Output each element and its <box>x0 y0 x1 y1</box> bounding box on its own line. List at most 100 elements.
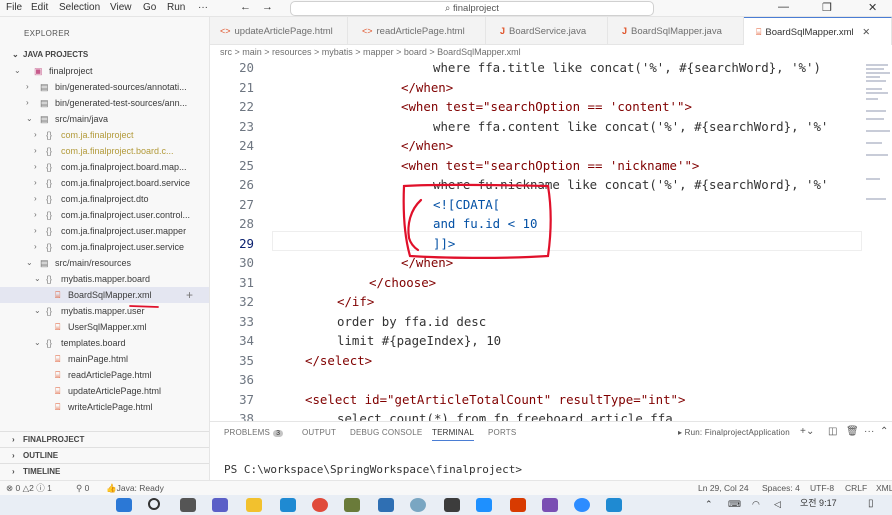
menu-run[interactable]: Run <box>167 2 185 13</box>
timeline-section[interactable]: › TIMELINE <box>0 463 209 479</box>
tab-boardservice[interactable]: J BoardService.java <box>486 17 608 45</box>
close-tab-icon[interactable]: ✕ <box>862 27 870 38</box>
tree-item[interactable]: ⌄ {} templates.board <box>0 335 209 351</box>
minimize-icon[interactable]: — <box>778 1 789 13</box>
code-line: 28 and fu.id < 10 <box>210 214 862 233</box>
maximize-panel-icon[interactable]: ⌃ <box>880 426 889 437</box>
tray-chevron-icon[interactable]: ⌃ <box>705 499 713 510</box>
tab-problems[interactable]: PROBLEMS 3 <box>224 428 284 437</box>
keyboard-icon[interactable]: ⌨ <box>728 499 741 510</box>
app-icon[interactable] <box>410 498 426 512</box>
chrome-icon[interactable] <box>312 498 328 512</box>
command-search-box[interactable]: ⌕ finalproject <box>290 1 654 16</box>
menu-edit[interactable]: Edit <box>31 2 48 13</box>
terminal-prompt[interactable]: PS C:\workspace\SpringWorkspace\finalpro… <box>224 463 522 476</box>
tree-item[interactable]: › {} com.ja.finalproject.user.control... <box>0 207 209 223</box>
tree-item-finalproject[interactable]: ⌄ ▣ finalproject <box>0 63 209 79</box>
minimap-line <box>866 68 884 70</box>
vscode-icon[interactable] <box>606 498 622 512</box>
line-number: 30 <box>239 255 254 270</box>
windows-start-icon[interactable] <box>116 498 132 512</box>
tree-item[interactable]: › {} com.ja.finalproject.board.service <box>0 175 209 191</box>
tab-ports[interactable]: PORTS <box>488 428 516 437</box>
finalproject-section[interactable]: › FINALPROJECT <box>0 431 209 447</box>
tree-item[interactable]: ⌸ updateArticlePage.html <box>0 383 209 399</box>
menu-more[interactable]: ··· <box>198 2 208 13</box>
encoding[interactable]: UTF-8 <box>810 481 834 495</box>
tab-debug-console[interactable]: DEBUG CONSOLE <box>350 428 422 437</box>
zoom-icon[interactable] <box>574 498 590 512</box>
file-explorer-icon[interactable] <box>246 498 262 512</box>
trash-icon[interactable]: 🗑 <box>846 426 859 437</box>
tab-terminal[interactable]: TERMINAL <box>432 428 475 441</box>
line-number: 38 <box>239 411 254 421</box>
volume-icon[interactable]: ◁ <box>774 499 781 510</box>
indentation[interactable]: Spaces: 4 <box>762 481 800 495</box>
java-status[interactable]: 👍Java: Ready <box>106 481 164 495</box>
tab-readarticlepage[interactable]: <> readArticlePage.html <box>348 17 486 45</box>
app-icon[interactable] <box>542 498 558 512</box>
code-editor[interactable]: 20 where ffa.title like concat('%', #{sea… <box>210 58 862 421</box>
tree-item[interactable]: › {} com.ja.finalproject.board.map... <box>0 159 209 175</box>
back-arrow-icon[interactable]: ← <box>240 1 251 13</box>
tree-item-label: templates.board <box>61 338 126 348</box>
tab-updatearticlepage[interactable]: <> updateArticlePage.html <box>210 17 348 45</box>
menu-file[interactable]: File <box>6 2 22 13</box>
tab-output[interactable]: OUTPUT <box>302 428 336 437</box>
tree-item[interactable]: › ▤ bin/generated-test-sources/ann... <box>0 95 209 111</box>
search-icon[interactable] <box>148 498 160 510</box>
tree-item[interactable]: ⌸ mainPage.html <box>0 351 209 367</box>
tree-item[interactable]: › {} com.ja.finalproject.board.c... <box>0 143 209 159</box>
tree-item[interactable]: › ▤ bin/generated-sources/annotati... <box>0 79 209 95</box>
app-icon[interactable] <box>444 498 460 512</box>
cursor-position[interactable]: Ln 29, Col 24 <box>698 481 749 495</box>
menu-go[interactable]: Go <box>143 2 156 13</box>
tree-item[interactable]: › {} com.ja.finalproject.user.mapper <box>0 223 209 239</box>
outline-section[interactable]: › OUTLINE <box>0 447 209 463</box>
forward-arrow-icon[interactable]: → <box>262 1 273 13</box>
app-icon[interactable] <box>510 498 526 512</box>
vscode-icon[interactable] <box>280 498 296 512</box>
add-terminal-icon[interactable]: +⌄ <box>800 426 815 437</box>
tree-item[interactable]: ⌄ {} mybatis.mapper.board <box>0 271 209 287</box>
tree-item[interactable]: ⌄ ▤ src/main/java <box>0 111 209 127</box>
app-icon[interactable] <box>476 498 492 512</box>
tab-boardsqlmapper-java[interactable]: J BoardSqlMapper.java <box>608 17 744 45</box>
close-icon[interactable]: ✕ <box>868 1 877 14</box>
tree-item[interactable]: › {} com.ja.finalproject.user.service <box>0 239 209 255</box>
wifi-icon[interactable]: ◠ <box>752 499 760 510</box>
tree-item[interactable]: ⌸ writeArticlePage.html <box>0 399 209 415</box>
ports-status[interactable]: ⚲ 0 <box>76 481 89 495</box>
package-icon: {} <box>46 338 53 348</box>
restore-icon[interactable]: ❐ <box>822 1 832 14</box>
minimap[interactable] <box>862 58 892 421</box>
tree-item[interactable]: ⌄ {} mybatis.mapper.user <box>0 303 209 319</box>
tree-item[interactable]: ⌸ readArticlePage.html <box>0 367 209 383</box>
line-number: 21 <box>239 79 254 95</box>
tree-item[interactable]: ⌸ UserSqlMapper.xml <box>0 319 209 335</box>
chevron-right-icon: › <box>12 435 15 444</box>
more-icon[interactable]: ··· <box>864 426 875 437</box>
run-configuration[interactable]: ▸ Run: FinalprojectApplication <box>678 428 790 437</box>
plus-icon[interactable]: + <box>186 287 193 303</box>
tree-item-selected[interactable]: ⌸ BoardSqlMapper.xml + <box>0 287 209 303</box>
minimap-line <box>866 72 890 74</box>
tab-boardsqlmapper-xml[interactable]: ⌸ BoardSqlMapper.xml ✕ <box>744 17 892 45</box>
line-ending[interactable]: CRLF <box>845 481 867 495</box>
tree-item[interactable]: ⌄ ▤ src/main/resources <box>0 255 209 271</box>
teams-icon[interactable] <box>212 498 228 512</box>
tree-item[interactable]: › {} com.ja.finalproject.dto <box>0 191 209 207</box>
app-icon[interactable] <box>344 498 360 512</box>
problems-status[interactable]: ⊗ 0 △2 ⓘ 1 <box>6 481 52 495</box>
java-projects-section[interactable]: ⌄ JAVA PROJECTS <box>0 47 209 63</box>
task-view-icon[interactable] <box>180 498 196 512</box>
notification-icon[interactable]: ▯ <box>868 498 874 509</box>
chevron-right-icon: › <box>12 451 15 460</box>
split-terminal-icon[interactable]: ◫ <box>828 426 838 437</box>
app-icon[interactable] <box>378 498 394 512</box>
menu-view[interactable]: View <box>110 2 132 13</box>
menu-selection[interactable]: Selection <box>59 2 100 13</box>
language-mode[interactable]: XML <box>876 481 892 495</box>
clock[interactable]: 오전 9:17 <box>800 496 837 509</box>
tree-item[interactable]: › {} com.ja.finalproject <box>0 127 209 143</box>
